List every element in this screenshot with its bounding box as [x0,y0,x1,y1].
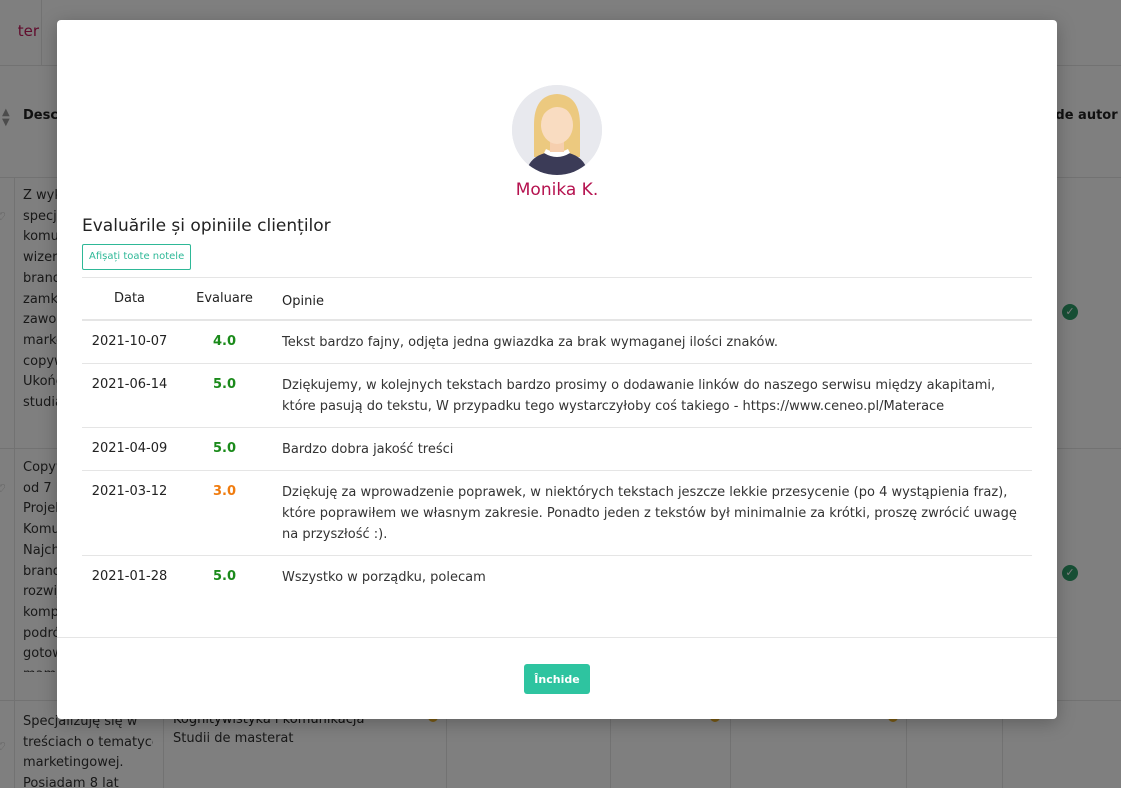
review-date: 2021-06-14 [91,377,168,392]
review-score: 5.0 [212,377,237,392]
review-date: 2021-10-07 [91,334,168,349]
table-row: 2021-04-09 5.0 Bardzo dobra jakość treśc… [82,428,1032,471]
review-date: 2021-01-28 [91,569,168,584]
table-header-row: Data Evaluare Opinie [82,277,1032,321]
footer-divider [57,637,1057,638]
section-title: Evaluările și opiniile clienților [82,216,331,236]
show-all-ratings-button[interactable]: Afișați toate notele [82,244,192,270]
table-row: 2021-06-14 5.0 Dziękujemy, w kolejnych t… [82,364,1032,428]
avatar [512,85,602,175]
table-row: 2021-01-28 5.0 Wszystko w porządku, pole… [82,556,1032,599]
review-opinion: Wszystko w porządku, polecam [282,570,486,585]
review-opinion: Tekst bardzo fajny, odjęta jedna gwiazdk… [282,335,779,350]
review-opinion: Dziękujemy, w kolejnych tekstach bardzo … [282,378,996,414]
reviews-modal: Monika K. Evaluările și opiniile clienți… [57,20,1057,719]
column-header-date: Data [113,291,146,306]
table-row: 2021-03-12 3.0 Dziękuję za wprowadzenie … [82,471,1032,556]
table-row: 2021-10-07 4.0 Tekst bardzo fajny, odjęt… [82,321,1032,364]
review-date: 2021-03-12 [91,484,168,499]
review-opinion: Bardzo dobra jakość treści [282,442,454,457]
review-score: 3.0 [212,484,237,499]
review-score: 4.0 [212,334,237,349]
female-avatar-icon [512,85,602,175]
author-name: Monika K. [515,180,599,200]
review-opinion: Dziękuję za wprowadzenie poprawek, w nie… [282,485,1017,542]
review-score: 5.0 [212,569,237,584]
column-header-opinion: Opinie [282,294,324,309]
column-header-evaluation: Evaluare [196,291,253,306]
review-score: 5.0 [212,441,237,456]
reviews-table: Data Evaluare Opinie 2021-10-07 4.0 Teks… [82,277,1032,599]
review-date: 2021-04-09 [91,441,168,456]
close-button[interactable]: Închide [524,664,590,694]
